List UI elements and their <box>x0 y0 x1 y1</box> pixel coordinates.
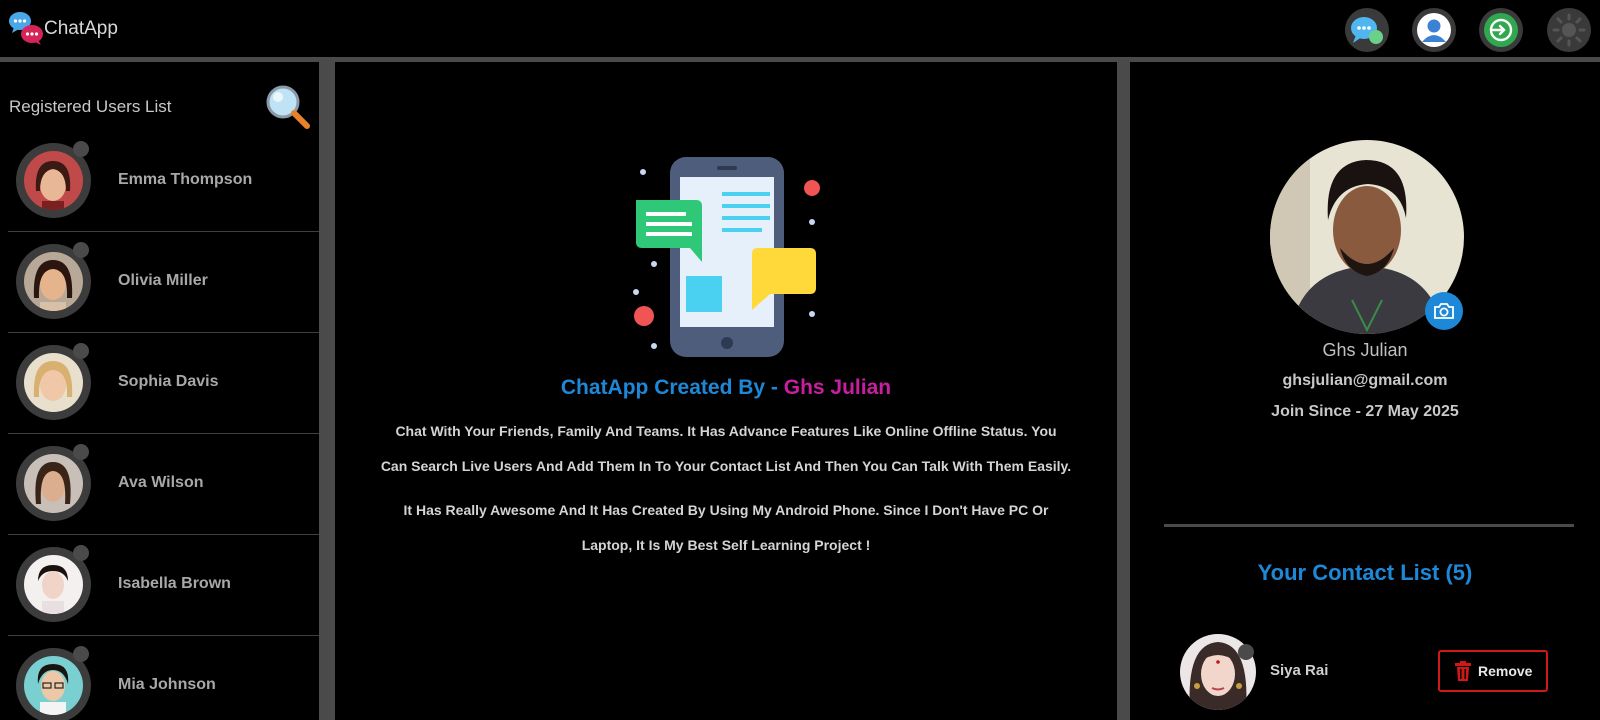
user-list-item[interactable]: Ava Wilson <box>8 434 319 535</box>
user-list-item[interactable]: Olivia Miller <box>8 232 319 333</box>
chats-button[interactable] <box>1345 8 1389 52</box>
logout-icon <box>1484 13 1518 47</box>
profile-divider <box>1164 524 1574 527</box>
logout-button[interactable] <box>1479 8 1523 52</box>
welcome-panel: ChatApp Created By - Ghs Julian Chat Wit… <box>327 62 1125 720</box>
app-name: ChatApp <box>44 18 118 39</box>
users-list-title: Registered Users List <box>9 97 172 116</box>
profile-name: Ghs Julian <box>1322 340 1408 360</box>
user-name: Mia Johnson <box>118 676 216 693</box>
camera-icon <box>1434 303 1454 319</box>
credit-author: Ghs Julian <box>783 376 892 399</box>
description-line: It Has Really Awesome And It Has Created… <box>403 502 1049 518</box>
user-name: Olivia Miller <box>118 272 208 289</box>
profile-icon <box>1417 13 1451 47</box>
user-list-item[interactable]: Sophia Davis <box>8 333 319 434</box>
change-photo-button[interactable] <box>1425 292 1463 330</box>
chats-icon <box>1351 17 1383 44</box>
status-dot <box>73 242 89 258</box>
status-dot <box>73 343 89 359</box>
profile-panel: Ghs Julian ghsjulian@gmail.com Join Sinc… <box>1125 62 1600 720</box>
description-line: Can Search Live Users And Add Them In To… <box>380 458 1072 474</box>
description-paragraph: Chat With Your Friends, Family And Teams… <box>365 414 1087 484</box>
status-dot <box>73 646 89 662</box>
theme-toggle-button[interactable] <box>1547 8 1591 52</box>
description-line: Chat With Your Friends, Family And Teams… <box>395 423 1057 439</box>
phone-chat-illustration <box>633 157 820 357</box>
user-name: Isabella Brown <box>118 575 231 592</box>
remove-button-label: Remove <box>1478 663 1533 679</box>
status-dot <box>73 141 89 157</box>
user-name: Emma Thompson <box>118 171 253 188</box>
user-name: Sophia Davis <box>118 373 219 390</box>
theme-toggle-icon <box>1552 13 1586 47</box>
users-sidebar: Registered Users List Emma Thompson Oliv… <box>0 62 327 720</box>
contact-list-item[interactable]: Siya Rai Remove <box>1180 634 1560 710</box>
user-list-item[interactable]: Emma Thompson <box>8 131 319 232</box>
credit-heading: ChatApp Created By - Ghs Julian <box>335 376 1117 400</box>
remove-contact-button[interactable]: Remove <box>1438 650 1548 692</box>
profile-email: ghsjulian@gmail.com <box>1282 372 1448 389</box>
user-list-item[interactable]: Isabella Brown <box>8 535 319 636</box>
top-bar: ChatApp <box>0 0 1600 58</box>
status-dot <box>73 545 89 561</box>
credit-prefix: ChatApp Created By - <box>560 376 784 399</box>
user-name: Ava Wilson <box>118 474 204 491</box>
contact-list-title: Your Contact List (5) <box>1257 560 1473 585</box>
profile-button[interactable] <box>1412 8 1456 52</box>
description-paragraph: It Has Really Awesome And It Has Created… <box>365 493 1087 563</box>
user-list-item[interactable]: Mia Johnson <box>8 636 319 720</box>
status-dot <box>73 444 89 460</box>
search-icon[interactable] <box>263 82 313 132</box>
description-line: Laptop, It Is My Best Self Learning Proj… <box>581 537 871 553</box>
status-dot <box>1238 644 1254 660</box>
chatapp-logo-icon <box>9 12 43 45</box>
profile-join-date: Join Since - 27 May 2025 <box>1271 403 1459 420</box>
trash-icon <box>1455 661 1471 681</box>
contact-name: Siya Rai <box>1270 662 1329 679</box>
